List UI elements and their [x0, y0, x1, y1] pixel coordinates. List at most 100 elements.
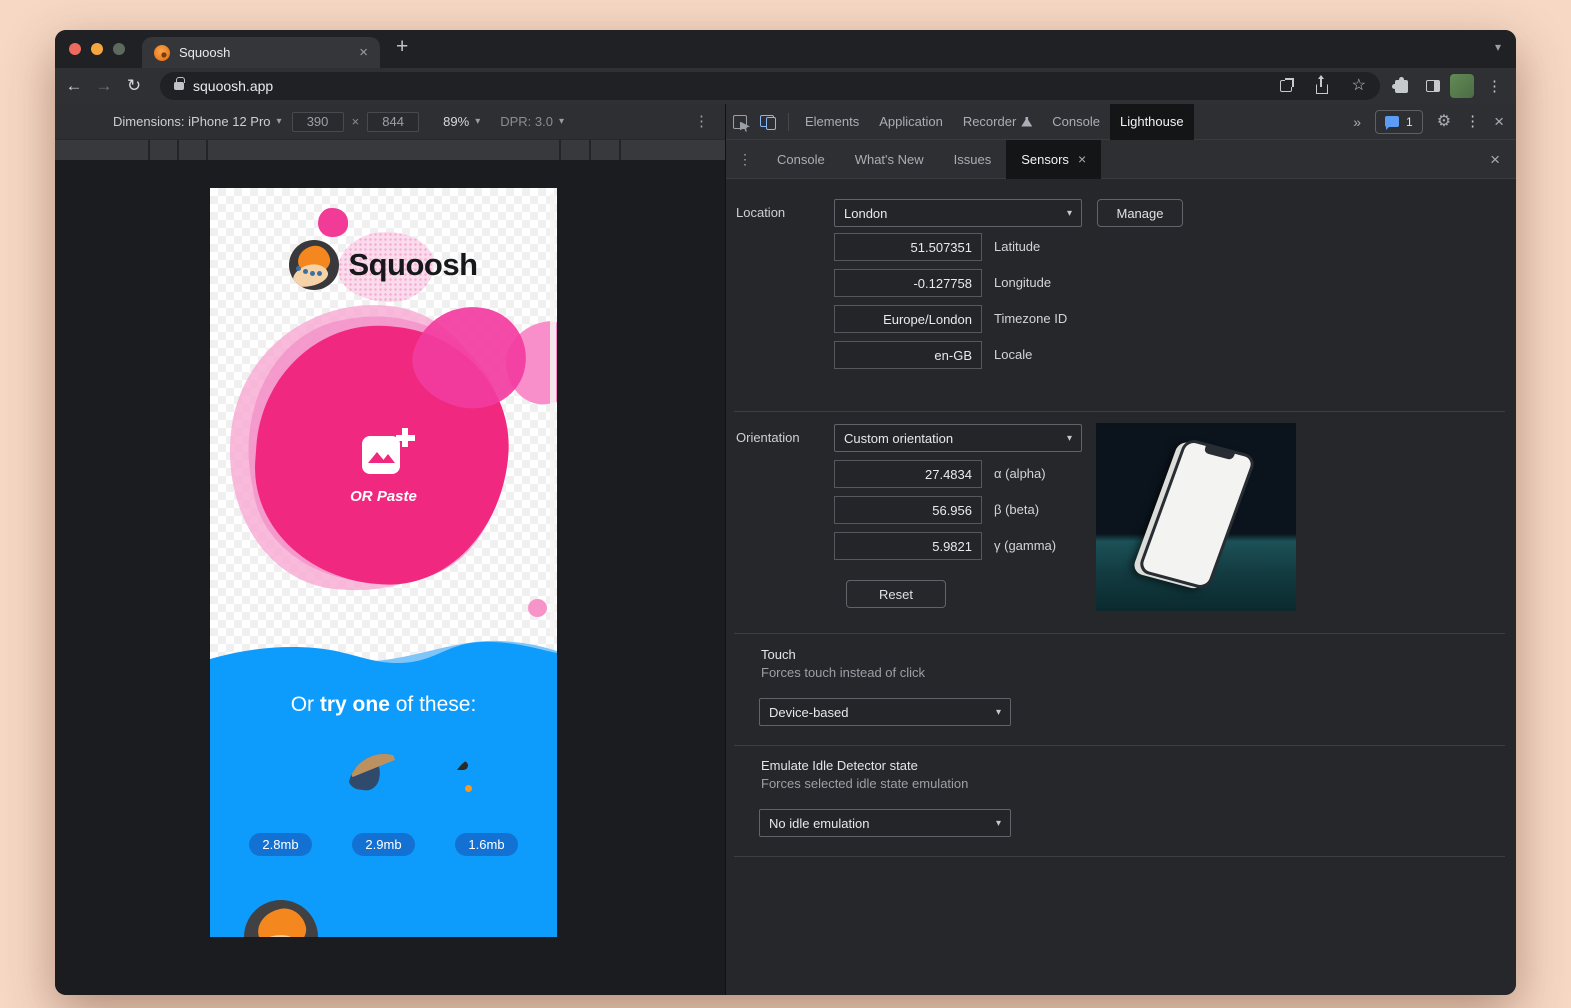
manage-locations-button[interactable]: Manage: [1097, 199, 1183, 227]
device-dimensions-select[interactable]: Dimensions: iPhone 12 Pro: [113, 114, 271, 129]
window-minimize-button[interactable]: [91, 43, 103, 55]
timezone-label: Timezone ID: [994, 305, 1067, 333]
viewport-height-input[interactable]: [367, 112, 419, 132]
drawer-tab-sensors[interactable]: Sensors ×: [1006, 140, 1101, 179]
sensors-panel: Location London▾ Manage Latitude Longitu…: [726, 179, 1516, 995]
more-tabs-icon[interactable]: »: [1353, 114, 1361, 130]
back-button[interactable]: ←: [59, 76, 89, 96]
chevron-down-icon: ▾: [559, 116, 564, 127]
profile-avatar[interactable]: [1450, 74, 1474, 98]
window-close-button[interactable]: [69, 43, 81, 55]
tab-elements[interactable]: Elements: [795, 104, 869, 140]
chevron-down-icon: ▾: [475, 116, 480, 127]
section-divider: [734, 745, 1505, 746]
timezone-input[interactable]: [834, 305, 982, 333]
address-bar[interactable]: squoosh.app ☆: [160, 72, 1380, 100]
zoom-select[interactable]: 89%: [443, 114, 469, 129]
orientation-phone-preview[interactable]: [1096, 423, 1296, 611]
sample-size-badge: 1.6mb: [455, 833, 517, 856]
app-viewport: Squoosh OR Paste: [210, 188, 557, 937]
issues-counter-button[interactable]: 1: [1375, 110, 1423, 134]
or-paste-text: OR Paste: [210, 488, 557, 505]
add-image-icon[interactable]: [362, 432, 406, 476]
dimensions-multiply-sign: ×: [352, 114, 360, 129]
drawer-tab-console[interactable]: Console: [762, 140, 840, 179]
window-zoom-button[interactable]: [113, 43, 125, 55]
tab-search-icon[interactable]: ▾: [1495, 40, 1501, 54]
sample-panda-image[interactable]: [245, 754, 317, 826]
beta-label: β (beta): [994, 496, 1039, 524]
reset-orientation-button[interactable]: Reset: [846, 580, 946, 608]
alpha-input[interactable]: [834, 460, 982, 488]
sample-screenshot-button[interactable]: 1.6mb: [451, 754, 523, 856]
gamma-input[interactable]: [834, 532, 982, 560]
drawer-menu-icon[interactable]: ⋮: [738, 151, 752, 168]
share-icon[interactable]: [1316, 84, 1328, 94]
device-toolbar-menu-icon[interactable]: ⋮: [694, 114, 709, 129]
device-toolbar-toggle-button[interactable]: [754, 104, 782, 140]
inspect-element-button[interactable]: [726, 104, 754, 140]
beta-input[interactable]: [834, 496, 982, 524]
idle-detector-subtitle: Forces selected idle state emulation: [761, 776, 968, 791]
browser-menu-icon[interactable]: ⋮: [1487, 79, 1502, 94]
devtools-close-icon[interactable]: ×: [1494, 113, 1504, 130]
orientation-select[interactable]: Custom orientation▾: [834, 424, 1082, 452]
sample-screenshot-image[interactable]: [451, 754, 523, 826]
try-one-heading: Or try one of these:: [210, 693, 557, 717]
latitude-label: Latitude: [994, 233, 1040, 261]
locale-label: Locale: [994, 341, 1032, 369]
devtools-settings-icon[interactable]: ⚙: [1437, 114, 1451, 130]
browser-tab[interactable]: Squoosh ×: [142, 37, 380, 68]
extensions-puzzle-icon[interactable]: [1395, 80, 1408, 93]
phone-notch: [1203, 445, 1235, 460]
tab-application[interactable]: Application: [869, 104, 953, 140]
device-emulation-pane: Dimensions: iPhone 12 Pro ▾ × 89% ▾ DPR:…: [55, 104, 725, 995]
tab-close-icon[interactable]: ×: [359, 45, 368, 60]
drawer-tab-whats-new[interactable]: What's New: [840, 140, 939, 179]
drawer-tab-issues[interactable]: Issues: [939, 140, 1007, 179]
location-select[interactable]: London▾: [834, 199, 1082, 227]
locale-input[interactable]: [834, 341, 982, 369]
viewport-scrollbar[interactable]: [550, 193, 556, 638]
drawer-close-icon[interactable]: ×: [1490, 151, 1500, 168]
section-divider: [734, 633, 1505, 634]
tab-lighthouse[interactable]: Lighthouse: [1110, 104, 1194, 140]
side-panel-icon[interactable]: [1426, 80, 1440, 92]
bookmark-star-icon[interactable]: ☆: [1352, 78, 1366, 94]
flask-icon: [1021, 117, 1032, 127]
viewport-width-input[interactable]: [292, 112, 344, 132]
forward-button[interactable]: →: [89, 76, 119, 96]
dpr-select[interactable]: DPR: 3.0: [500, 114, 553, 129]
devtools-pane: Elements Application Recorder Console Li…: [725, 104, 1516, 995]
latitude-input[interactable]: [834, 233, 982, 261]
reload-button[interactable]: ↻: [119, 76, 149, 96]
orientation-label: Orientation: [736, 424, 800, 452]
touch-select[interactable]: Device-based▾: [759, 698, 1011, 726]
paste-link[interactable]: Paste: [377, 488, 417, 505]
devtools-menu-icon[interactable]: ⋮: [1465, 114, 1480, 129]
sample-illustration-image[interactable]: [348, 754, 420, 826]
sample-photo-button[interactable]: 2.8mb: [245, 754, 317, 856]
sensors-tab-close-icon[interactable]: ×: [1078, 152, 1086, 166]
new-tab-button[interactable]: +: [396, 35, 408, 59]
devtools-tab-bar: Elements Application Recorder Console Li…: [726, 104, 1516, 140]
idle-emulation-select[interactable]: No idle emulation▾: [759, 809, 1011, 837]
decorative-pink-dot: [528, 599, 547, 617]
desktop-background: Squoosh × + ▾ ← → ↻ squoosh.app ☆: [0, 0, 1571, 1008]
url-text[interactable]: squoosh.app: [193, 78, 273, 94]
or-label: OR: [350, 488, 377, 505]
tab-recorder[interactable]: Recorder: [953, 104, 1042, 140]
sample-illustration-button[interactable]: 2.9mb: [348, 754, 420, 856]
tab-console[interactable]: Console: [1042, 104, 1110, 140]
squoosh-hand-icon: [289, 240, 339, 290]
device-ruler: [55, 140, 725, 160]
open-in-window-icon[interactable]: [1280, 80, 1292, 92]
longitude-input[interactable]: [834, 269, 982, 297]
issues-bubble-icon: [1385, 116, 1399, 127]
chevron-down-icon: ▾: [1067, 208, 1072, 219]
divider: [788, 113, 789, 131]
lock-icon[interactable]: [174, 82, 184, 90]
phone-3d-model: [1137, 437, 1257, 590]
longitude-label: Longitude: [994, 269, 1051, 297]
chevron-down-icon: ▾: [1067, 433, 1072, 444]
